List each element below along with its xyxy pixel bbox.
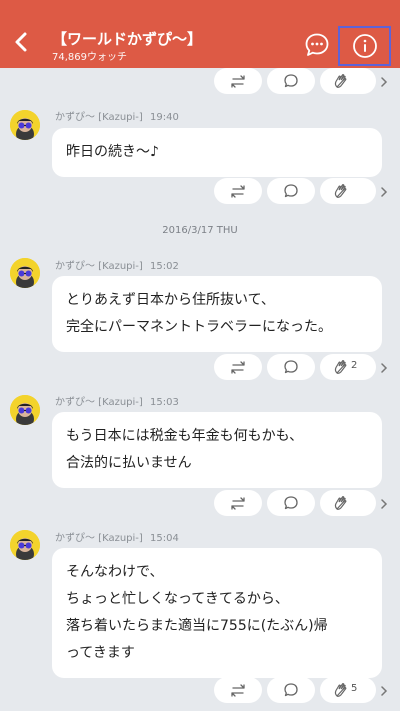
message-actions (214, 68, 400, 96)
repost-icon (231, 185, 245, 198)
author-name: かずぴ〜 [Kazupi-] (55, 397, 143, 408)
reply-button[interactable] (267, 178, 315, 204)
watch-count: 74,869ウォッチ (52, 52, 127, 63)
message-time: 15:04 (150, 533, 179, 544)
avatar[interactable] (10, 395, 40, 425)
info-icon (353, 34, 377, 58)
reply-icon (284, 360, 298, 374)
reply-icon (284, 74, 298, 88)
chevron-right-icon[interactable] (377, 497, 391, 511)
message-bubble: もう日本には税金も年金も何もかも、 合法的に払いません (52, 412, 382, 488)
chevron-right-icon[interactable] (377, 684, 391, 698)
clap-icon (334, 683, 347, 697)
message-time: 15:03 (150, 397, 179, 408)
back-arrow-icon[interactable] (8, 28, 36, 56)
reply-icon (284, 683, 298, 697)
avatar[interactable] (10, 530, 40, 560)
message-bubble: そんなわけで、 ちょっと忙しくなってきてるから、 落ち着いたらまた適当に755に… (52, 548, 382, 678)
reply-button[interactable] (267, 354, 315, 380)
clap-icon (334, 184, 347, 198)
message-bubble: 昨日の続き〜♪ (52, 128, 382, 177)
message-time: 19:40 (150, 112, 179, 123)
reply-button[interactable] (267, 677, 315, 703)
avatar[interactable] (10, 258, 40, 288)
channel-header: 【ワールドかずぴ〜】 74,869ウォッチ (0, 0, 400, 68)
info-button[interactable] (338, 26, 391, 66)
message-meta: かずぴ〜 [Kazupi-] 19:40 (55, 108, 179, 123)
channel-title: 【ワールドかずぴ〜】 (52, 30, 203, 48)
clap-icon (334, 360, 347, 374)
repost-icon (231, 361, 245, 374)
repost-button[interactable] (214, 354, 262, 380)
message-meta: かずぴ〜 [Kazupi-] 15:03 (55, 393, 179, 408)
avatar[interactable] (10, 110, 40, 140)
author-name: かずぴ〜 [Kazupi-] (55, 112, 143, 123)
chevron-right-icon[interactable] (377, 75, 391, 89)
chevron-right-icon[interactable] (377, 361, 391, 375)
clap-count: 2 (351, 360, 358, 371)
message-actions (214, 178, 400, 206)
repost-icon (231, 684, 245, 697)
repost-icon (231, 497, 245, 510)
date-separator: 2016/3/17 THU (162, 225, 238, 236)
chevron-right-icon[interactable] (377, 185, 391, 199)
repost-icon (231, 75, 245, 88)
message-actions: 2 (214, 354, 400, 382)
author-name: かずぴ〜 [Kazupi-] (55, 261, 143, 272)
clap-button[interactable] (320, 178, 376, 204)
message-meta: かずぴ〜 [Kazupi-] 15:04 (55, 529, 179, 544)
reply-icon (284, 496, 298, 510)
message-actions: 5 (214, 677, 400, 705)
repost-button[interactable] (214, 68, 262, 94)
clap-icon (334, 74, 347, 88)
clap-button[interactable]: 5 (320, 677, 376, 703)
message-actions (214, 490, 400, 518)
reply-icon (284, 184, 298, 198)
repost-button[interactable] (214, 490, 262, 516)
reply-button[interactable] (267, 490, 315, 516)
author-name: かずぴ〜 [Kazupi-] (55, 533, 143, 544)
comment-icon[interactable] (304, 32, 330, 58)
message-time: 15:02 (150, 261, 179, 272)
repost-button[interactable] (214, 677, 262, 703)
message-bubble: とりあえず日本から住所抜いて、 完全にパーマネントトラベラーになった。 (52, 276, 382, 352)
message-meta: かずぴ〜 [Kazupi-] 15:02 (55, 257, 179, 272)
clap-icon (334, 496, 347, 510)
clap-button[interactable] (320, 68, 376, 94)
clap-button[interactable] (320, 490, 376, 516)
reply-button[interactable] (267, 68, 315, 94)
clap-count: 5 (351, 683, 358, 694)
repost-button[interactable] (214, 178, 262, 204)
clap-button[interactable]: 2 (320, 354, 376, 380)
message-timeline[interactable]: かずぴ〜 [Kazupi-] 19:40 昨日の続き〜♪ 2016/3/17 T… (0, 68, 400, 711)
